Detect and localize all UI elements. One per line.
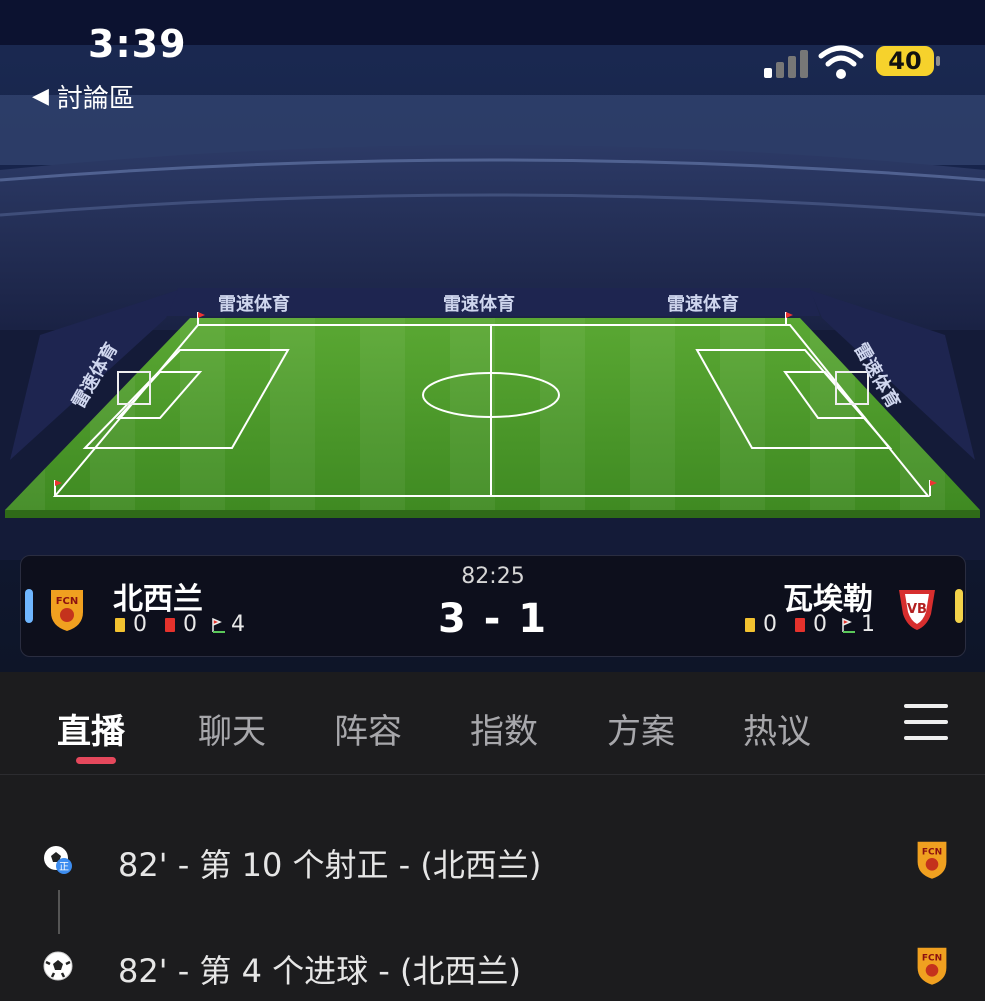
match-tabs: 直播 聊天 阵容 指数 方案 热议	[0, 672, 985, 774]
svg-text:FCN: FCN	[922, 847, 942, 857]
list-item[interactable]: 82' - 第 4 个进球 - (北西兰) FCN	[0, 934, 985, 994]
corner-flag-icon	[842, 617, 855, 633]
ad-board-right: 雷速体育	[667, 294, 739, 315]
away-red-count: 0	[813, 612, 827, 637]
tab-discussion[interactable]: 热议	[743, 704, 811, 753]
battery-indicator: 40	[876, 46, 940, 76]
ad-board-left: 雷速体育	[218, 294, 290, 315]
back-triangle-icon: ◀	[32, 84, 49, 109]
list-item[interactable]: 正 82' - 第 10 个射正 - (北西兰) FCN	[0, 828, 985, 888]
svg-text:FCN: FCN	[922, 953, 942, 963]
active-tab-indicator	[76, 757, 116, 764]
away-corner-count: 1	[861, 612, 875, 637]
scoreboard: FCN 北西兰 0 0 4 82:25 3 - 1 瓦埃勒 0 0 1 VB	[20, 555, 966, 657]
tab-odds[interactable]: 指数	[470, 704, 538, 753]
red-card-icon	[795, 617, 805, 632]
timeline-connector	[58, 890, 60, 934]
svg-text:VB: VB	[907, 602, 927, 617]
away-accent-tab	[955, 589, 963, 623]
event-text: 82' - 第 10 个射正 - (北西兰)	[118, 846, 542, 884]
tab-chat[interactable]: 聊天	[198, 704, 266, 753]
svg-text:正: 正	[59, 862, 69, 873]
away-stats: 0 0 1	[745, 612, 875, 637]
tab-live[interactable]: 直播	[57, 704, 125, 753]
away-yellow-count: 0	[763, 612, 777, 637]
goal-ball-icon	[43, 951, 73, 981]
event-text: 82' - 第 4 个进球 - (北西兰)	[118, 952, 521, 990]
tab-lineup[interactable]: 阵容	[334, 704, 402, 753]
away-crest-icon: VB	[899, 590, 935, 630]
menu-icon[interactable]	[904, 704, 948, 744]
back-label: 討論區	[56, 84, 135, 114]
status-bar: 3:39 ◀ 討論區 40	[0, 0, 985, 120]
tab-plans[interactable]: 方案	[607, 704, 675, 753]
cellular-signal-icon	[764, 50, 808, 78]
ad-board-center: 雷速体育	[443, 294, 515, 315]
home-crest-icon: FCN	[917, 947, 947, 985]
shot-on-target-icon: 正	[44, 846, 72, 874]
yellow-card-icon	[745, 617, 755, 632]
home-crest-icon: FCN	[917, 841, 947, 879]
clock: 3:39	[88, 22, 187, 66]
back-to-app-button[interactable]: ◀ 討論區	[32, 78, 135, 115]
wifi-icon	[818, 45, 864, 79]
